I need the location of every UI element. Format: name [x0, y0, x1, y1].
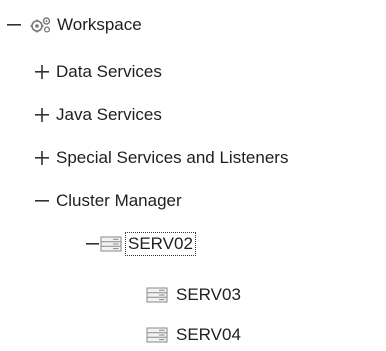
- tree-node-special-services[interactable]: Special Services and Listeners: [34, 143, 288, 173]
- tree-node-data-services[interactable]: Data Services: [34, 57, 162, 87]
- tree-node-label: SERV02: [125, 232, 196, 256]
- workspace-tree: Workspace Data Services Java Services Sp…: [0, 0, 386, 351]
- collapse-icon[interactable]: [6, 17, 22, 33]
- tree-node-serv03[interactable]: SERV03: [146, 280, 241, 310]
- tree-node-label: SERV04: [176, 325, 241, 344]
- server-icon: [146, 326, 168, 344]
- tree-node-label: Cluster Manager: [56, 191, 182, 210]
- tree-node-label: Special Services and Listeners: [56, 148, 289, 167]
- tree-node-label: Java Services: [56, 105, 162, 124]
- server-icon: [146, 286, 168, 304]
- expand-icon[interactable]: [34, 150, 50, 166]
- tree-node-cluster-manager[interactable]: Cluster Manager: [34, 186, 182, 216]
- gears-icon: [30, 16, 52, 34]
- expand-icon[interactable]: [34, 64, 50, 80]
- collapse-icon[interactable]: [34, 193, 50, 209]
- server-icon: [100, 235, 122, 253]
- collapse-icon[interactable]: [86, 236, 100, 252]
- tree-node-label: SERV03: [176, 285, 241, 304]
- tree-node-label: Workspace: [57, 15, 142, 34]
- expand-icon[interactable]: [34, 107, 50, 123]
- tree-node-workspace[interactable]: Workspace: [6, 10, 142, 40]
- tree-node-label: Data Services: [56, 62, 162, 81]
- tree-node-serv02[interactable]: SERV02: [86, 229, 196, 259]
- tree-node-serv04[interactable]: SERV04: [146, 320, 241, 350]
- tree-node-java-services[interactable]: Java Services: [34, 100, 162, 130]
